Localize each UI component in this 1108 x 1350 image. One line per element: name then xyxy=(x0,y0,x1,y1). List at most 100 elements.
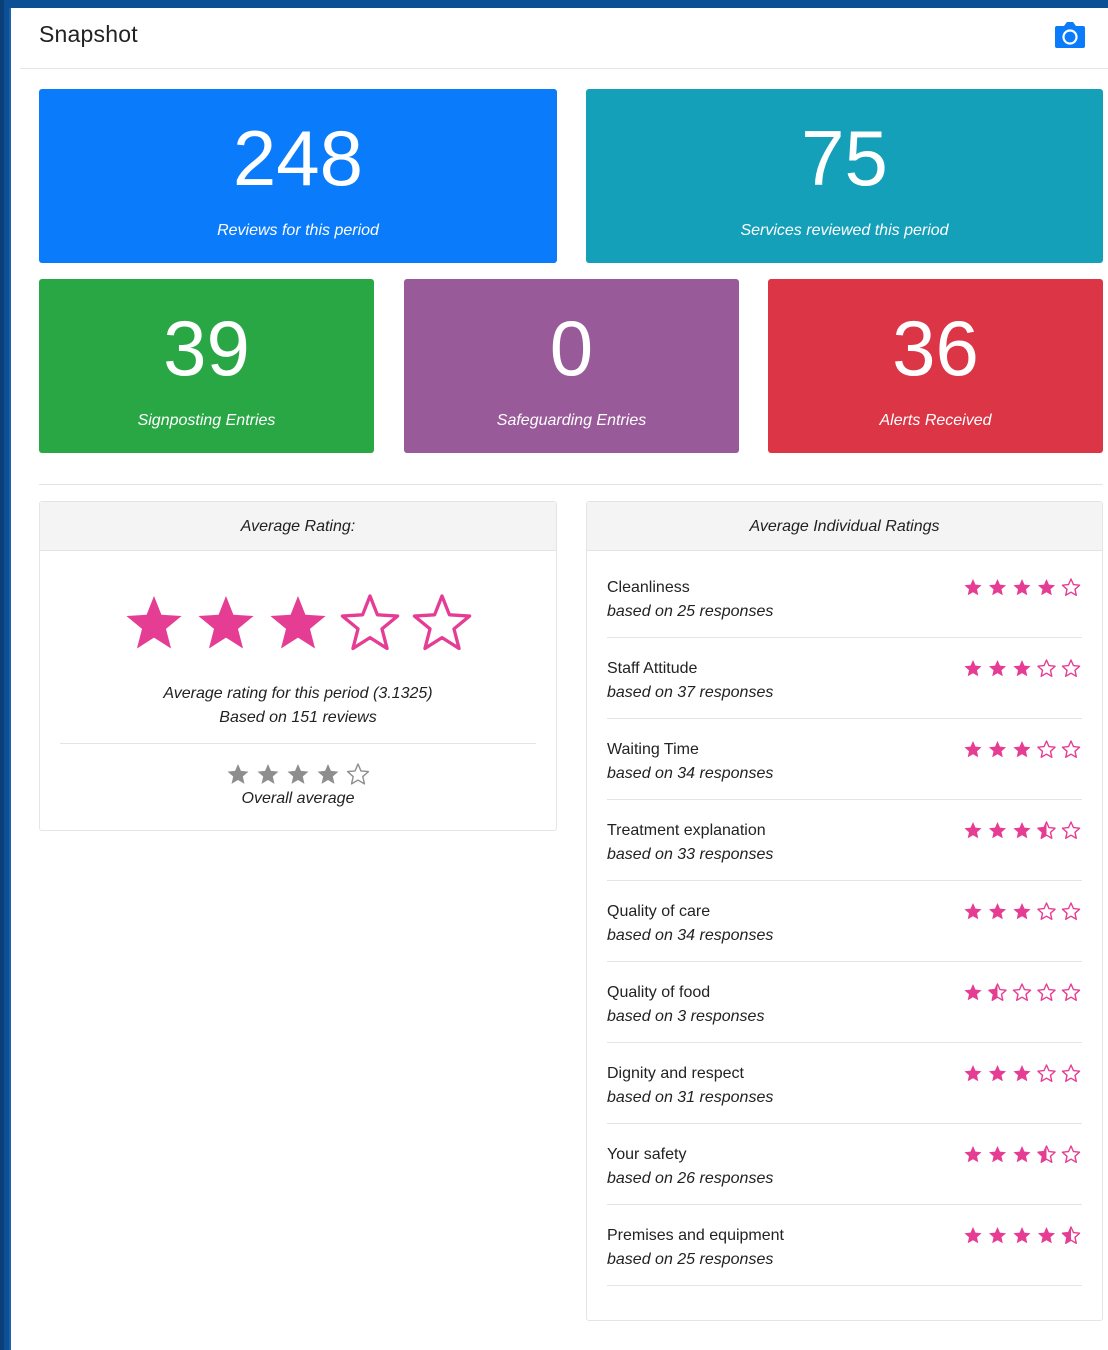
star-filled-icon xyxy=(988,1146,1007,1163)
stat-label: Services reviewed this period xyxy=(740,222,949,239)
stat-value: 248 xyxy=(232,114,364,202)
star-filled-icon xyxy=(988,1227,1007,1244)
average-rating-card: Average Rating: Average rating for this … xyxy=(39,501,557,831)
star-filled-icon xyxy=(964,1065,982,1082)
star-empty-icon xyxy=(1037,740,1056,758)
stat-card-alerts: 36 Alerts Received xyxy=(768,279,1103,453)
rating-response-count: based on 34 responses xyxy=(607,765,774,782)
star-empty-icon xyxy=(1061,983,1081,1001)
star-empty-icon xyxy=(1012,983,1032,1001)
star-filled-icon xyxy=(964,984,982,1001)
rating-name: Staff Attitude xyxy=(607,660,698,677)
star-empty-icon xyxy=(1037,902,1056,920)
star-filled-icon xyxy=(964,579,982,596)
rating-name: Dignity and respect xyxy=(607,1065,744,1082)
star-filled-icon xyxy=(988,822,1007,839)
star-empty-icon xyxy=(1061,578,1081,596)
star-filled-icon xyxy=(988,1065,1007,1082)
star-filled-icon xyxy=(1013,1227,1031,1244)
star-filled-icon xyxy=(287,764,309,784)
rating-stars xyxy=(964,740,1081,758)
star-filled-icon xyxy=(1013,903,1031,920)
rating-name: Treatment explanation xyxy=(607,822,766,839)
star-filled-icon xyxy=(1013,579,1031,596)
rating-stars xyxy=(964,1145,1081,1163)
card-divider xyxy=(60,743,536,744)
stat-card-safeguarding: 0 Safeguarding Entries xyxy=(404,279,739,453)
star-empty-icon xyxy=(1061,659,1081,677)
star-half-icon xyxy=(988,983,1007,1001)
star-filled-icon xyxy=(1013,660,1031,677)
panel-header: Snapshot xyxy=(20,8,1108,69)
stat-card-services: 75 Services reviewed this period xyxy=(586,89,1103,263)
rating-response-count: based on 31 responses xyxy=(607,1089,774,1106)
star-filled-icon xyxy=(964,903,982,920)
rating-row: Cleanliness based on 25 responses xyxy=(607,557,1082,638)
rating-stars xyxy=(964,578,1081,596)
rating-response-count: based on 34 responses xyxy=(607,927,774,944)
star-empty-icon xyxy=(346,763,370,785)
rating-response-count: based on 3 responses xyxy=(607,1008,765,1025)
star-filled-icon xyxy=(988,903,1007,920)
star-filled-icon xyxy=(964,822,982,839)
star-empty-icon xyxy=(1061,740,1081,758)
star-empty-icon xyxy=(1037,983,1056,1001)
rating-name: Quality of care xyxy=(607,903,711,920)
rating-row: Staff Attitude based on 37 responses xyxy=(607,638,1082,719)
overall-star-rating xyxy=(227,763,370,785)
average-star-rating xyxy=(126,594,472,651)
star-empty-icon xyxy=(1037,1064,1056,1082)
star-filled-icon xyxy=(964,741,982,758)
star-filled-icon xyxy=(988,579,1007,596)
rating-stars xyxy=(964,659,1081,677)
rating-response-count: based on 37 responses xyxy=(607,684,774,701)
snapshot-panel: Snapshot 248 Reviews for this period 75 … xyxy=(11,8,1108,1350)
rating-response-count: based on 33 responses xyxy=(607,846,774,863)
rating-row: Waiting Time based on 34 responses xyxy=(607,719,1082,800)
star-half-icon xyxy=(1037,821,1056,839)
stat-value: 0 xyxy=(549,304,594,392)
page-title: Snapshot xyxy=(39,21,138,47)
camera-button[interactable] xyxy=(1053,20,1087,50)
star-filled-icon xyxy=(1037,579,1056,596)
star-filled-icon xyxy=(964,1146,982,1163)
rating-stars xyxy=(964,983,1081,1001)
rating-stars xyxy=(964,1064,1081,1082)
stat-label: Reviews for this period xyxy=(217,222,379,239)
star-filled-icon xyxy=(227,764,249,784)
star-filled-icon xyxy=(988,741,1007,758)
star-filled-icon xyxy=(270,596,326,649)
camera-icon xyxy=(1055,22,1085,48)
star-empty-icon xyxy=(1061,902,1081,920)
rating-response-count: based on 26 responses xyxy=(607,1170,774,1187)
star-empty-icon xyxy=(412,594,472,651)
section-divider xyxy=(39,484,1103,485)
star-empty-icon xyxy=(1061,1064,1081,1082)
rating-row: Treatment explanation based on 33 respons… xyxy=(607,800,1082,881)
individual-ratings-card: Average Individual Ratings Cleanliness ba… xyxy=(586,501,1103,1321)
stat-card-signposting: 39 Signposting Entries xyxy=(39,279,374,453)
average-rating-count: Based on 151 reviews xyxy=(219,709,377,726)
stat-card-reviews: 248 Reviews for this period xyxy=(39,89,557,263)
star-filled-icon xyxy=(198,596,254,649)
star-filled-icon xyxy=(317,764,339,784)
rating-name: Waiting Time xyxy=(607,741,699,758)
star-half-icon xyxy=(1061,1226,1081,1244)
stat-value: 39 xyxy=(163,304,250,392)
star-filled-icon xyxy=(1037,1227,1056,1244)
stat-label: Safeguarding Entries xyxy=(496,412,647,429)
star-empty-icon xyxy=(1061,821,1081,839)
star-empty-icon xyxy=(340,594,400,651)
rating-row: Quality of food based on 3 responses xyxy=(607,962,1082,1043)
stat-label: Signposting Entries xyxy=(137,412,276,429)
star-empty-icon xyxy=(1037,659,1056,677)
overall-average-label: Overall average xyxy=(241,790,355,807)
star-filled-icon xyxy=(126,596,182,649)
rating-row: Dignity and respect based on 31 responses xyxy=(607,1043,1082,1124)
rating-row: Premises and equipment based on 25 respon… xyxy=(607,1205,1082,1286)
rating-stars xyxy=(964,902,1081,920)
star-filled-icon xyxy=(988,660,1007,677)
star-filled-icon xyxy=(1013,822,1031,839)
rating-response-count: based on 25 responses xyxy=(607,603,774,620)
star-filled-icon xyxy=(1013,741,1031,758)
